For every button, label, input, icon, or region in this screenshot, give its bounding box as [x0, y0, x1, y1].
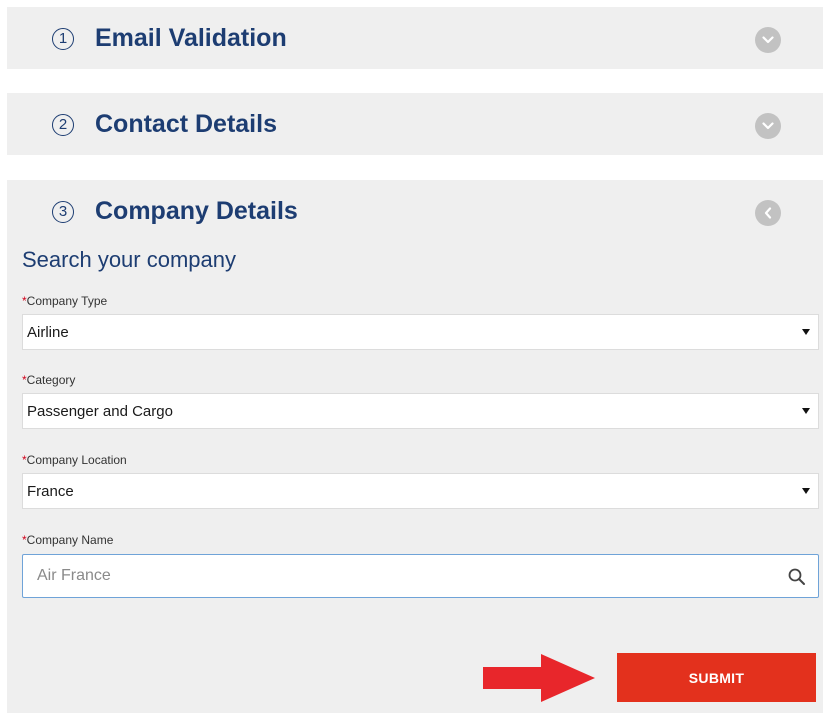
step-company-details-header[interactable]: 3 Company Details — [7, 180, 823, 244]
step-email-validation-header[interactable]: 1 Email Validation — [7, 7, 823, 71]
company-name-label: *Company Name — [22, 533, 114, 547]
step-email-validation-panel: 1 Email Validation — [7, 7, 823, 69]
submit-button[interactable]: SUBMIT — [617, 653, 816, 702]
company-type-label: *Company Type — [22, 294, 108, 308]
step-contact-details-panel: 2 Contact Details — [7, 93, 823, 155]
step-title-company-details: Company Details — [95, 197, 298, 225]
company-location-value: France — [27, 483, 74, 500]
caret-down-icon — [802, 329, 810, 335]
step-title-email-validation: Email Validation — [95, 24, 287, 52]
step-number-2: 2 — [52, 114, 74, 136]
company-location-select[interactable]: France — [22, 473, 819, 509]
category-value: Passenger and Cargo — [27, 403, 173, 420]
step-contact-details-header[interactable]: 2 Contact Details — [7, 93, 823, 157]
caret-down-icon — [802, 488, 810, 494]
search-icon[interactable] — [787, 567, 807, 587]
company-type-value: Airline — [27, 324, 69, 341]
category-select[interactable]: Passenger and Cargo — [22, 393, 819, 429]
section-heading: Search your company — [22, 247, 236, 272]
step-number-1: 1 — [52, 28, 74, 50]
chevron-left-icon[interactable] — [755, 200, 781, 226]
chevron-down-icon[interactable] — [755, 27, 781, 53]
step-company-details-panel: 3 Company Details Search your company *C… — [7, 180, 823, 713]
company-name-input[interactable] — [24, 556, 777, 596]
company-name-search-box — [22, 554, 819, 598]
company-location-label: *Company Location — [22, 453, 127, 467]
chevron-down-icon[interactable] — [755, 113, 781, 139]
company-type-select[interactable]: Airline — [22, 314, 819, 350]
step-number-3: 3 — [52, 201, 74, 223]
category-label: *Category — [22, 373, 76, 387]
step-title-contact-details: Contact Details — [95, 110, 277, 138]
red-arrow-icon — [483, 654, 595, 702]
caret-down-icon — [802, 408, 810, 414]
